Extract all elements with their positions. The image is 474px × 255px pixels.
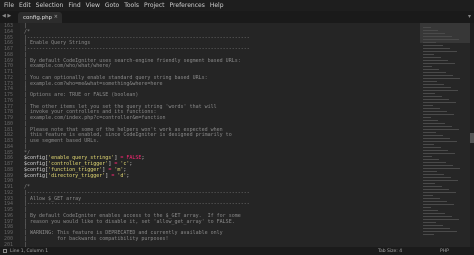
status-bar: Line 1, Column 1 Tab Size: 4 PHP xyxy=(0,247,474,255)
minimap-line xyxy=(423,219,459,220)
menu-view[interactable]: View xyxy=(86,0,100,11)
menu-selection[interactable]: Selection xyxy=(36,0,64,11)
minimap-line xyxy=(423,117,431,118)
minimap-line xyxy=(423,108,440,109)
minimap-line xyxy=(423,60,448,61)
minimap-line xyxy=(423,162,446,163)
minimap-line xyxy=(423,42,436,43)
minimap-line xyxy=(423,96,442,97)
minimap-line xyxy=(423,213,445,214)
minimap-line xyxy=(423,225,443,226)
minimap-line xyxy=(423,66,432,67)
tab-config-php[interactable]: config.php × xyxy=(18,12,62,23)
minimap-line xyxy=(423,216,452,217)
code-editor[interactable]: 163 | 164/* 165 |---------------------------… xyxy=(0,23,420,247)
minimap-line xyxy=(423,36,452,37)
minimap-line xyxy=(423,39,459,40)
tab-size-indicator[interactable]: Tab Size: 4 xyxy=(378,249,402,254)
minimap-line xyxy=(423,30,438,31)
panel-toggle-icon[interactable] xyxy=(3,249,7,253)
minimap-line xyxy=(423,144,434,145)
menu-goto[interactable]: Goto xyxy=(105,0,119,11)
minimap-line xyxy=(423,54,434,55)
minimap-line xyxy=(423,156,432,157)
minimap-line xyxy=(423,129,459,130)
minimap-line xyxy=(423,81,437,82)
minimap-line xyxy=(423,147,441,148)
minimap-line xyxy=(423,69,439,70)
minimap-line xyxy=(423,138,450,139)
minimap-line xyxy=(423,111,447,112)
minimap-line xyxy=(423,63,455,64)
minimap-line xyxy=(423,228,450,229)
minimap-line xyxy=(423,57,441,58)
vertical-scrollbar[interactable] xyxy=(470,23,474,247)
menu-file[interactable]: File xyxy=(4,0,14,11)
minimap-line xyxy=(423,141,457,142)
tab-bar: ◀ ▶ config.php × ▾ xyxy=(0,11,474,23)
minimap-line xyxy=(423,75,453,76)
minimap-line xyxy=(423,153,455,154)
minimap-line xyxy=(423,231,457,232)
minimap-line xyxy=(423,234,434,235)
minimap-line xyxy=(423,135,443,136)
minimap-line xyxy=(423,105,433,106)
minimap[interactable] xyxy=(420,23,470,247)
minimap-line xyxy=(423,192,456,193)
minimap-line xyxy=(423,198,440,199)
minimap-line xyxy=(423,204,454,205)
minimap-line xyxy=(423,33,445,34)
minimap-line xyxy=(423,90,458,91)
minimap-line xyxy=(423,195,433,196)
minimap-line xyxy=(423,27,431,28)
minimap-line xyxy=(423,78,460,79)
menu-tools[interactable]: Tools xyxy=(124,0,139,11)
minimap-line xyxy=(423,171,437,172)
minimap-line xyxy=(423,126,452,127)
minimap-line xyxy=(423,186,442,187)
syntax-indicator[interactable]: PHP xyxy=(440,249,449,254)
minimap-line xyxy=(423,51,457,52)
minimap-line xyxy=(423,72,446,73)
minimap-line xyxy=(423,150,448,151)
menu-project[interactable]: Project xyxy=(144,0,165,11)
minimap-line xyxy=(423,45,443,46)
minimap-line xyxy=(423,102,456,103)
minimap-line xyxy=(423,183,435,184)
minimap-line xyxy=(423,84,444,85)
minimap-line xyxy=(423,159,439,160)
close-icon[interactable]: × xyxy=(54,14,58,20)
minimap-line xyxy=(423,177,451,178)
minimap-line xyxy=(423,168,460,169)
minimap-line xyxy=(423,48,450,49)
minimap-line xyxy=(423,207,431,208)
minimap-line xyxy=(423,222,436,223)
menu-find[interactable]: Find xyxy=(68,0,80,11)
minimap-line xyxy=(423,201,447,202)
minimap-line xyxy=(423,120,438,121)
tab-label: config.php xyxy=(23,14,53,21)
minimap-line xyxy=(423,189,449,190)
menu-bar: File Edit Selection Find View Goto Tools Projec… xyxy=(0,0,474,11)
minimap-line xyxy=(423,210,438,211)
menu-preferences[interactable]: Preferences xyxy=(170,0,205,11)
minimap-line xyxy=(423,132,436,133)
minimap-line xyxy=(423,99,449,100)
minimap-line xyxy=(423,123,445,124)
minimap-line xyxy=(423,87,451,88)
minimap-line xyxy=(423,174,444,175)
scroll-thumb[interactable] xyxy=(470,133,474,143)
tab-nav-arrows[interactable]: ◀ ▶ xyxy=(2,13,11,19)
menu-edit[interactable]: Edit xyxy=(19,0,31,11)
tab-list-icon[interactable]: ▾ xyxy=(468,13,471,20)
cursor-position: Line 1, Column 1 xyxy=(10,248,49,254)
minimap-line xyxy=(423,165,453,166)
minimap-line xyxy=(423,180,458,181)
menu-help[interactable]: Help xyxy=(210,0,224,11)
minimap-line xyxy=(423,114,454,115)
minimap-line xyxy=(423,93,435,94)
